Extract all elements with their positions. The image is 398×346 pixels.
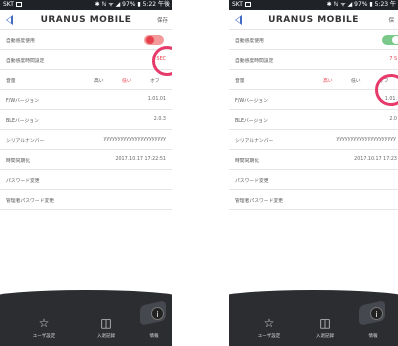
admin-password-change-label: 管理者パスワード変更 [6,199,54,204]
tab-user-settings[interactable]: ☆ ユーザ設定 [24,316,64,339]
admin-password-change-row[interactable]: 管理者パスワード変更 [0,190,172,210]
firmware-label: F/Wバージョン [6,99,40,104]
tab-records[interactable]: ◫ 入退記録 [305,316,345,339]
time-sync-row[interactable]: 時間同期化 2017.10.17 17:22:51 [0,150,172,170]
status-bar: SKT ✱ ℕ ᯤ ◢ 97% ▮ 5:23 午 [229,0,398,10]
save-button[interactable]: 保存 [157,16,168,24]
firmware-label: F/Wバージョン [235,99,269,104]
auto-lock-label: 自動感度使用 [235,39,264,44]
serial-row: シリアルナンバー yyyyyyyyyyyyyyyyyyyyy [229,130,398,150]
sound-low-option[interactable]: 低い [122,77,132,84]
sound-low-option[interactable]: 低い [351,77,361,84]
app-logo: URANUS MOBILE [40,15,132,25]
sound-row: 音量 高い 低い オフ [229,70,398,90]
auto-lock-time-value[interactable]: 7 S [389,57,397,62]
bottom-tab-bar: ☆ ユーザ設定 ◫ 入退記録 i 情報 [0,290,172,346]
tab-records-label: 入退記録 [316,334,334,339]
password-change-row[interactable]: パスワード変更 [0,170,172,190]
phone-screen-right: SKT ✱ ℕ ᯤ ◢ 97% ▮ 5:23 午 URANUS MOBILE 保… [229,0,398,346]
firmware-row: F/Wバージョン 1.01.01 [0,90,172,110]
tab-info[interactable]: i 情報 [134,300,172,339]
sound-row: 音量 高い 低い オフ [0,70,172,90]
ble-row: BLEバージョン 2.0 [229,110,398,130]
info-icon: i [151,307,164,320]
save-button[interactable]: 保 [388,16,394,24]
tab-info-label: 情報 [149,334,159,339]
serial-label: シリアルナンバー [6,139,45,144]
auto-lock-label: 自動感度使用 [6,39,35,44]
time-sync-label: 時間同期化 [6,159,30,164]
info-icon: i [370,307,383,320]
auto-lock-row: 自動感度使用 [229,30,398,50]
serial-label: シリアルナンバー [235,139,274,144]
toggle-knob [392,36,398,44]
sound-high-option[interactable]: 高い [323,77,333,84]
auto-lock-time-label: 自動感度時間設定 [235,59,274,64]
tab-user-label: ユーザ設定 [257,334,281,339]
time-sync-value: 2017.10.17 17:22:51 [115,157,166,162]
time-sync-value: 2017.10.17 17:23 [354,157,397,162]
tab-records[interactable]: ◫ 入退記録 [86,316,126,339]
sim-icon [15,2,22,7]
app-logo: URANUS MOBILE [268,15,359,25]
auto-lock-row: 自動感度使用 [0,30,172,50]
sound-label: 音量 [235,79,245,84]
ble-label: BLEバージョン [235,119,268,124]
firmware-row: F/Wバージョン 1.01. [229,90,398,110]
password-change-label: パスワード変更 [235,179,269,184]
time-sync-label: 時間同期化 [235,159,259,164]
app-header: URANUS MOBILE 保存 [0,10,172,30]
tab-records-label: 入退記録 [97,334,115,339]
serial-row: シリアルナンバー yyyyyyyyyyyyyyyyyyyyyy [0,130,172,150]
firmware-value: 1.01.01 [147,97,166,102]
time-sync-row[interactable]: 時間同期化 2017.10.17 17:23 [229,150,398,170]
tab-user-label: ユーザ設定 [32,334,56,339]
sim-icon [244,2,251,7]
auto-lock-time-label: 自動感度時間設定 [6,59,45,64]
tab-user-settings[interactable]: ☆ ユーザ設定 [249,316,289,339]
admin-password-change-row[interactable]: 管理者パスワード変更 [229,190,398,210]
password-change-row[interactable]: パスワード変更 [229,170,398,190]
tab-info-label: 情報 [368,334,378,339]
auto-lock-toggle[interactable] [144,35,164,45]
user-icon: ☆ [38,316,50,330]
ble-value: 2.0 [389,117,397,122]
ble-label: BLEバージョン [6,119,39,124]
admin-password-change-label: 管理者パスワード変更 [235,199,283,204]
serial-value: yyyyyyyyyyyyyyyyyyyyyy [103,137,166,142]
password-change-label: パスワード変更 [6,179,40,184]
tab-info[interactable]: i 情報 [353,300,393,339]
sound-off-option[interactable]: オフ [150,77,160,84]
records-icon: ◫ [319,316,331,330]
sound-high-option[interactable]: 高い [94,77,104,84]
app-header: URANUS MOBILE 保 [229,10,398,30]
user-icon: ☆ [263,316,275,330]
auto-lock-toggle[interactable] [382,35,398,45]
status-bar: SKT ✱ ℕ ᯤ ◢ 97% ▮ 5:22 午後 [0,0,172,10]
ble-value: 2.0.3 [153,117,166,122]
serial-value: yyyyyyyyyyyyyyyyyyyyy [336,137,396,142]
carrier-label: SKT [232,0,251,10]
sound-label: 音量 [6,79,16,84]
ble-row: BLEバージョン 2.0.3 [0,110,172,130]
carrier-label: SKT [3,0,22,10]
status-icons: ✱ ℕ ᯤ ◢ 97% ▮ 5:22 午後 [94,1,170,8]
auto-lock-time-row[interactable]: 自動感度時間設定 2 SEC [0,50,172,70]
auto-lock-time-row[interactable]: 自動感度時間設定 7 S [229,50,398,70]
phone-screen-left: SKT ✱ ℕ ᯤ ◢ 97% ▮ 5:22 午後 URANUS MOBILE … [0,0,172,346]
toggle-knob [146,36,154,44]
status-icons: ✱ ℕ ᯤ ◢ 97% ▮ 5:23 午 [326,1,396,8]
records-icon: ◫ [100,316,112,330]
bottom-tab-bar: ☆ ユーザ設定 ◫ 入退記録 i 情報 [229,290,398,346]
